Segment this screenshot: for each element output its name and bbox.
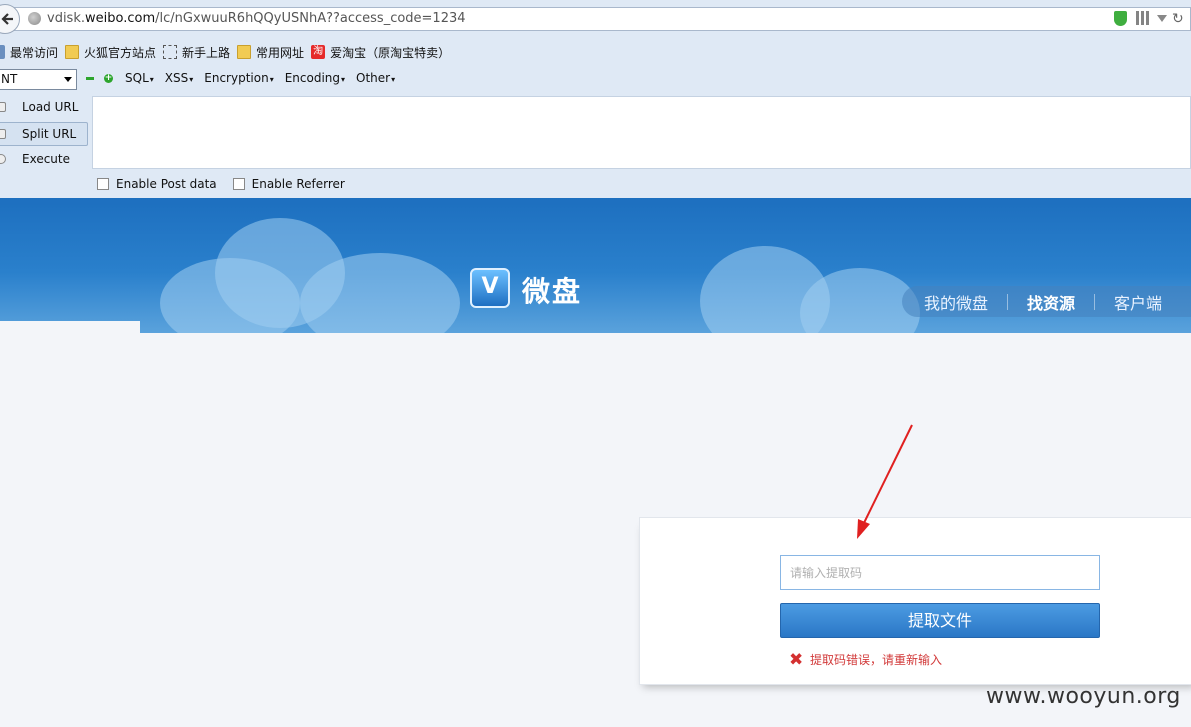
nav-client[interactable]: 客户端 xyxy=(1114,290,1162,314)
back-arrow-icon xyxy=(1,13,13,25)
url-bar: vdisk.weibo.com/lc/nGxwuuR6hQQyUSNhA??ac… xyxy=(0,0,1191,38)
qr-code-icon[interactable] xyxy=(1136,11,1150,25)
taobao-icon: 淘 xyxy=(311,45,326,59)
select-value: NT xyxy=(1,72,18,86)
referrer-label: Enable Referrer xyxy=(251,177,345,191)
nav-find-resources[interactable]: 找资源 xyxy=(1027,290,1075,314)
site-header-banner: V 微盘 我的微盘 找资源 客户端 xyxy=(0,198,1191,333)
doc-icon xyxy=(0,45,5,59)
execute-label: Execute xyxy=(22,152,70,166)
error-icon: ✖ xyxy=(789,649,804,670)
checkbox-box[interactable] xyxy=(232,178,245,190)
load-url-label: Load URL xyxy=(22,100,79,114)
menu-other[interactable]: Other xyxy=(356,71,395,85)
watermark: www.wooyun.org xyxy=(986,684,1181,709)
url-text[interactable]: vdisk.weibo.com/lc/nGxwuuR6hQQyUSNhA??ac… xyxy=(47,11,466,26)
bookmark-taobao[interactable]: 淘爱淘宝（原淘宝特卖） xyxy=(311,44,450,61)
menu-xss[interactable]: XSS xyxy=(165,71,193,85)
extract-file-button[interactable]: 提取文件 xyxy=(780,603,1100,638)
url-domain: weibo.com xyxy=(85,11,156,26)
checkbox-box[interactable] xyxy=(97,178,109,190)
url-dropdown-icon[interactable] xyxy=(1157,15,1167,22)
split-url-button[interactable]: Split URL xyxy=(0,122,88,146)
folder-icon xyxy=(65,45,80,59)
bookmark-label: 常用网址 xyxy=(256,45,305,60)
split-icon xyxy=(0,129,6,139)
load-url-button[interactable]: Load URL xyxy=(0,96,90,120)
bookmarks-bar: 最常访问 火狐官方站点 新手上路 常用网址 淘爱淘宝（原淘宝特卖） xyxy=(0,38,1191,66)
post-data-checkbox[interactable]: Enable Post data xyxy=(97,177,217,191)
hackbar-options: Enable Post data Enable Referrer xyxy=(97,177,361,191)
site-nav: 我的微盘 找资源 客户端 xyxy=(902,286,1191,317)
hackbar-toolbar: NT + SQL XSS Encryption Encoding Other L… xyxy=(0,66,1191,198)
hackbar-actions: Load URL Split URL Execute xyxy=(0,96,90,174)
error-text: 提取码错误，请重新输入 xyxy=(810,653,943,667)
dashed-box-icon xyxy=(163,45,178,59)
access-code-input[interactable] xyxy=(780,555,1100,590)
execute-icon xyxy=(0,154,6,164)
bookmark-label: 爱淘宝（原淘宝特卖） xyxy=(330,45,451,60)
increase-icon[interactable]: + xyxy=(104,73,113,83)
shield-icon[interactable] xyxy=(1114,11,1127,26)
nav-divider xyxy=(1094,293,1096,310)
url-path: /lc/nGxwuuR6hQQyUSNhA??access_code=1234 xyxy=(155,11,466,26)
bookmark-firefox-site[interactable]: 火狐官方站点 xyxy=(65,44,156,61)
post-data-label: Enable Post data xyxy=(116,177,217,191)
banner-edge xyxy=(0,321,140,333)
bookmark-common-sites[interactable]: 常用网址 xyxy=(237,44,304,61)
chevron-down-icon xyxy=(64,77,72,82)
site-logo-text[interactable]: 微盘 xyxy=(522,270,582,310)
bookmark-getting-started[interactable]: 新手上路 xyxy=(163,44,230,61)
vdisk-logo-icon[interactable]: V xyxy=(470,268,510,308)
url-prefix: vdisk. xyxy=(47,11,85,26)
decrease-icon[interactable] xyxy=(86,76,94,80)
annotation-arrow xyxy=(857,424,913,539)
execute-button[interactable]: Execute xyxy=(0,148,90,172)
load-icon xyxy=(0,102,6,112)
folder-icon xyxy=(237,45,252,59)
referrer-checkbox[interactable]: Enable Referrer xyxy=(232,177,345,191)
bookmark-most-visited[interactable]: 最常访问 xyxy=(0,44,58,61)
nav-my-vdisk[interactable]: 我的微盘 xyxy=(924,290,988,314)
error-message: ✖ 提取码错误，请重新输入 xyxy=(789,651,942,668)
reload-icon[interactable]: ↻ xyxy=(1172,11,1184,27)
menu-sql[interactable]: SQL xyxy=(125,71,154,85)
globe-icon xyxy=(28,12,41,25)
menu-encryption[interactable]: Encryption xyxy=(204,71,273,85)
bookmark-label: 火狐官方站点 xyxy=(84,45,157,60)
nav-divider xyxy=(1007,293,1009,310)
bookmark-label: 新手上路 xyxy=(182,45,231,60)
hackbar-menu: + SQL XSS Encryption Encoding Other xyxy=(86,71,406,85)
menu-encoding[interactable]: Encoding xyxy=(285,71,345,85)
split-url-label: Split URL xyxy=(22,127,77,141)
bookmark-label: 最常访问 xyxy=(10,45,59,60)
hackbar-url-textarea[interactable] xyxy=(92,96,1191,169)
hackbar-select[interactable]: NT xyxy=(0,69,77,90)
